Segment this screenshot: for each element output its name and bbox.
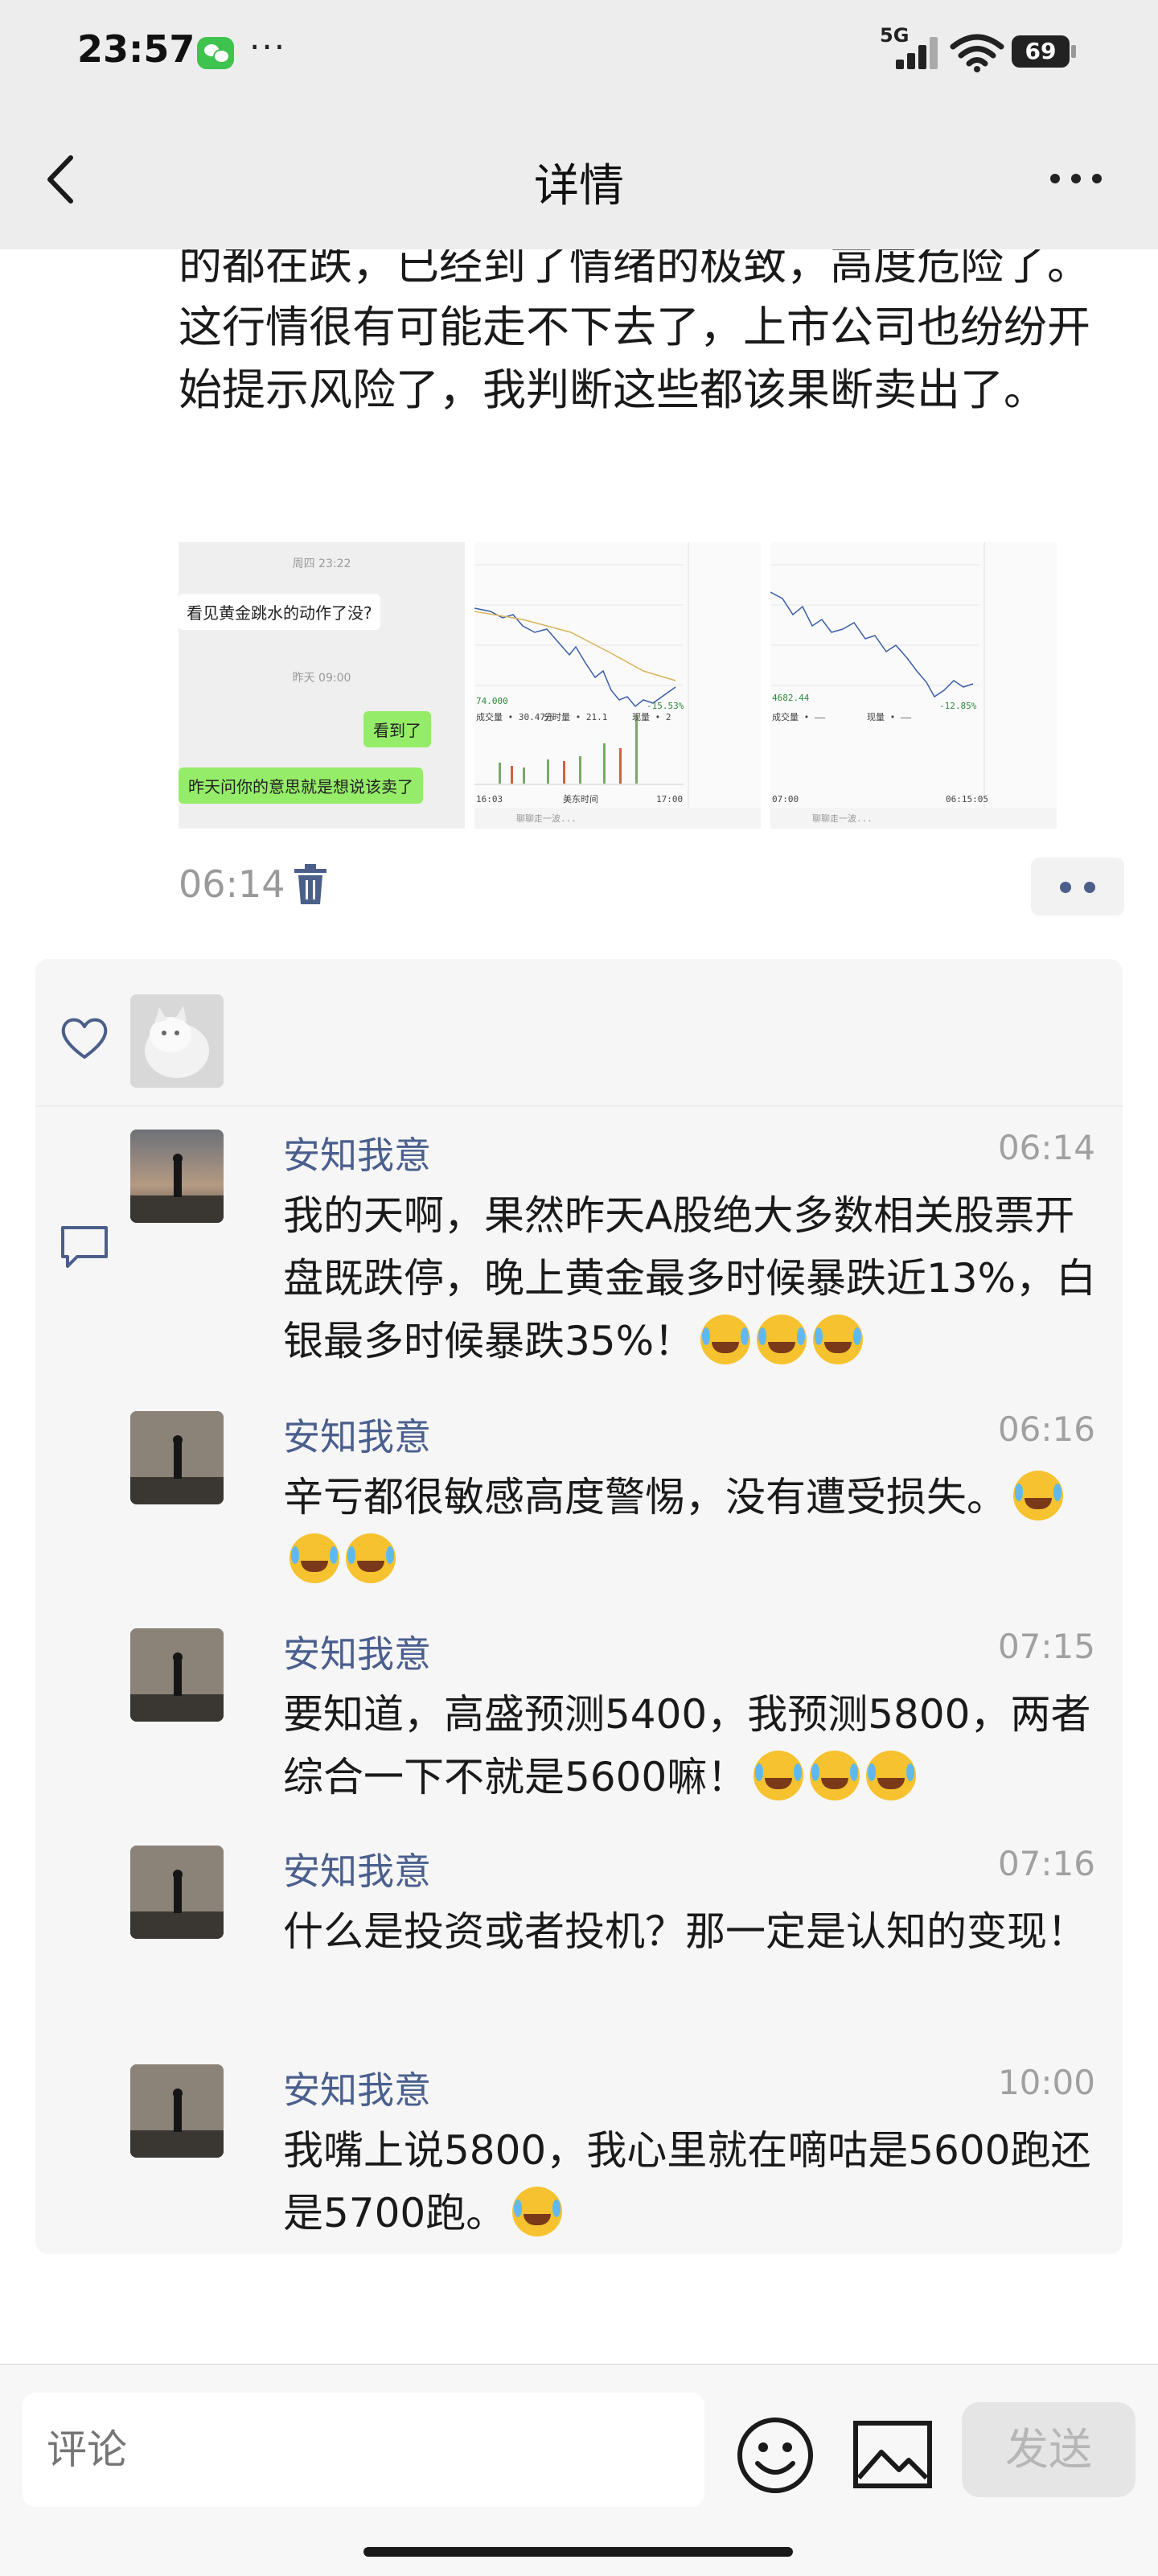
laugh-cry-emoji-icon <box>754 1751 804 1800</box>
comment-text: 什么是投资或者投机？那一定是认知的变现！ <box>283 1908 1087 1955</box>
laugh-cry-emoji-icon <box>290 1533 339 1583</box>
laugh-cry-emoji-icon <box>813 1315 864 1364</box>
comment-author[interactable]: 安知我意 <box>283 1408 431 1461</box>
heart-icon <box>61 1018 108 1059</box>
signal-icon <box>896 37 941 69</box>
chart-volume3-label: 现量 • 2 <box>632 712 671 722</box>
chart-pct-label: -12.85% <box>939 701 977 711</box>
chart-volume-label: 成交量 • 30.47万 <box>476 712 554 722</box>
chart-volume2-label: 分时量 • 21.1 <box>544 712 608 722</box>
comment-time: 06:16 <box>997 1409 1095 1449</box>
comment-time: 07:15 <box>997 1627 1095 1666</box>
laugh-cry-emoji-icon <box>512 2187 563 2237</box>
chart-time-left: 07:00 <box>772 794 799 804</box>
chat-time-top: 周四 23:22 <box>292 558 351 570</box>
chart-low-label: 4682.44 <box>772 693 810 703</box>
comment-author[interactable]: 安知我意 <box>283 1625 431 1678</box>
more-dots-icon[interactable] <box>1045 154 1110 203</box>
comment-icon <box>61 1226 108 1268</box>
comment-text: 要知道，高盛预测5400，我预测5800，两者综合一下不就是5600嘛！ <box>283 1691 1091 1800</box>
post-text: 的都在跌，已经到了情绪的极致，高度危险了。这行情很有可能走不下去了，上市公司也纷… <box>179 249 1090 415</box>
laugh-cry-emoji-icon <box>757 1315 807 1364</box>
page-title: 详情 <box>534 160 624 212</box>
status-bar: 23:57 ··· 5G 69 <box>0 0 1158 105</box>
likes-row <box>35 959 1123 1107</box>
laugh-cry-emoji-icon <box>700 1315 751 1364</box>
laugh-cry-emoji-icon <box>866 1751 917 1800</box>
chart-time-right: 17:00 <box>656 794 684 804</box>
wifi-icon <box>950 34 1004 72</box>
laugh-cry-emoji-icon <box>810 1751 860 1800</box>
chart-input-hint: 聊聊走一波... <box>516 813 577 824</box>
comment-time: 07:16 <box>997 1844 1095 1883</box>
post-image-chart-silver[interactable]: 74.000 -15.53% 成交量 • 30.47万 分时量 • 21.1 现… <box>474 542 761 829</box>
post-image-chart-gold[interactable]: 4682.44 -12.85% 成交量 • —— 现量 • —— 07:00 0… <box>770 542 1057 829</box>
battery-indicator: 69 <box>1012 35 1076 68</box>
top-bar: 23:57 ··· 5G 69 详情 <box>0 0 1158 249</box>
trash-icon[interactable] <box>293 864 328 906</box>
emoji-icon[interactable] <box>735 2415 815 2496</box>
laugh-cry-emoji-icon <box>346 1533 396 1583</box>
post-images: 周四 23:22 看见黄金跳水的动作了没? 昨天 09:00 看到了 昨天问你的… <box>179 542 1063 829</box>
comment-input[interactable] <box>23 2393 704 2507</box>
chart-time-mid: 美东时间 <box>563 794 598 804</box>
comment-author[interactable]: 安知我意 <box>283 1126 431 1179</box>
comment-time: 06:14 <box>997 1128 1095 1167</box>
chart-input-hint: 聊聊走一波... <box>812 813 873 824</box>
comment-text: 辛亏都很敏感高度警惕，没有遭受损失。 <box>283 1466 1108 1591</box>
chat-time-mid: 昨天 09:00 <box>292 672 351 685</box>
avatar[interactable] <box>130 1846 224 1939</box>
comment-author[interactable]: 安知我意 <box>283 2061 431 2114</box>
chat-bubble-sent: 昨天问你的意思就是想说该卖了 <box>179 767 423 804</box>
comment-text: 我的天啊，果然昨天A股绝大多数相关股票开盘既跌停，晚上黄金最多时候暴跌近13%，… <box>283 1192 1097 1364</box>
more-actions-button[interactable] <box>1031 858 1124 916</box>
home-indicator[interactable] <box>363 2547 793 2557</box>
chart-low-label: 74.000 <box>476 696 508 706</box>
chat-bubble-sent: 看到了 <box>363 711 431 747</box>
avatar[interactable] <box>130 2064 224 2158</box>
chart-time-right: 06:15:05 <box>946 794 988 804</box>
chart-volume3-label: 现量 • —— <box>867 712 912 722</box>
status-time: 23:57 <box>77 27 195 71</box>
comment-time: 10:00 <box>997 2063 1095 2102</box>
post-text-viewport: 的都在跌，已经到了情绪的极致，高度危险了。这行情很有可能走不下去了，上市公司也纷… <box>0 249 1158 523</box>
price-chart <box>474 542 761 829</box>
price-chart <box>770 542 1057 829</box>
comment-input-bar: 发送 <box>0 2364 1158 2576</box>
interaction-area: 安知我意 06:14 我的天啊，果然昨天A股绝大多数相关股票开盘既跌停，晚上黄金… <box>35 959 1123 2254</box>
status-more: ··· <box>249 27 287 67</box>
chart-time-left: 16:03 <box>476 794 503 804</box>
send-button[interactable]: 发送 <box>962 2402 1135 2497</box>
chart-pct-label: -15.53% <box>647 701 684 711</box>
page-header: 详情 <box>0 121 1158 233</box>
avatar[interactable] <box>130 1411 224 1504</box>
image-icon[interactable] <box>852 2420 933 2489</box>
post-time: 06:14 <box>179 862 285 906</box>
wechat-notification-icon <box>197 37 234 69</box>
chart-volume-label: 成交量 • —— <box>772 712 826 722</box>
comment-author[interactable]: 安知我意 <box>283 1842 431 1895</box>
avatar[interactable] <box>130 994 224 1088</box>
chat-bubble-received: 看见黄金跳水的动作了没? <box>179 594 380 630</box>
comment-text: 我嘴上说5800，我心里就在嘀咕是5600跑还是5700跑。 <box>283 2127 1091 2237</box>
avatar[interactable] <box>130 1628 224 1722</box>
avatar[interactable] <box>130 1130 224 1223</box>
laugh-cry-emoji-icon <box>1013 1471 1063 1520</box>
post-image-chat[interactable]: 周四 23:22 看见黄金跳水的动作了没? 昨天 09:00 看到了 昨天问你的… <box>179 542 465 829</box>
